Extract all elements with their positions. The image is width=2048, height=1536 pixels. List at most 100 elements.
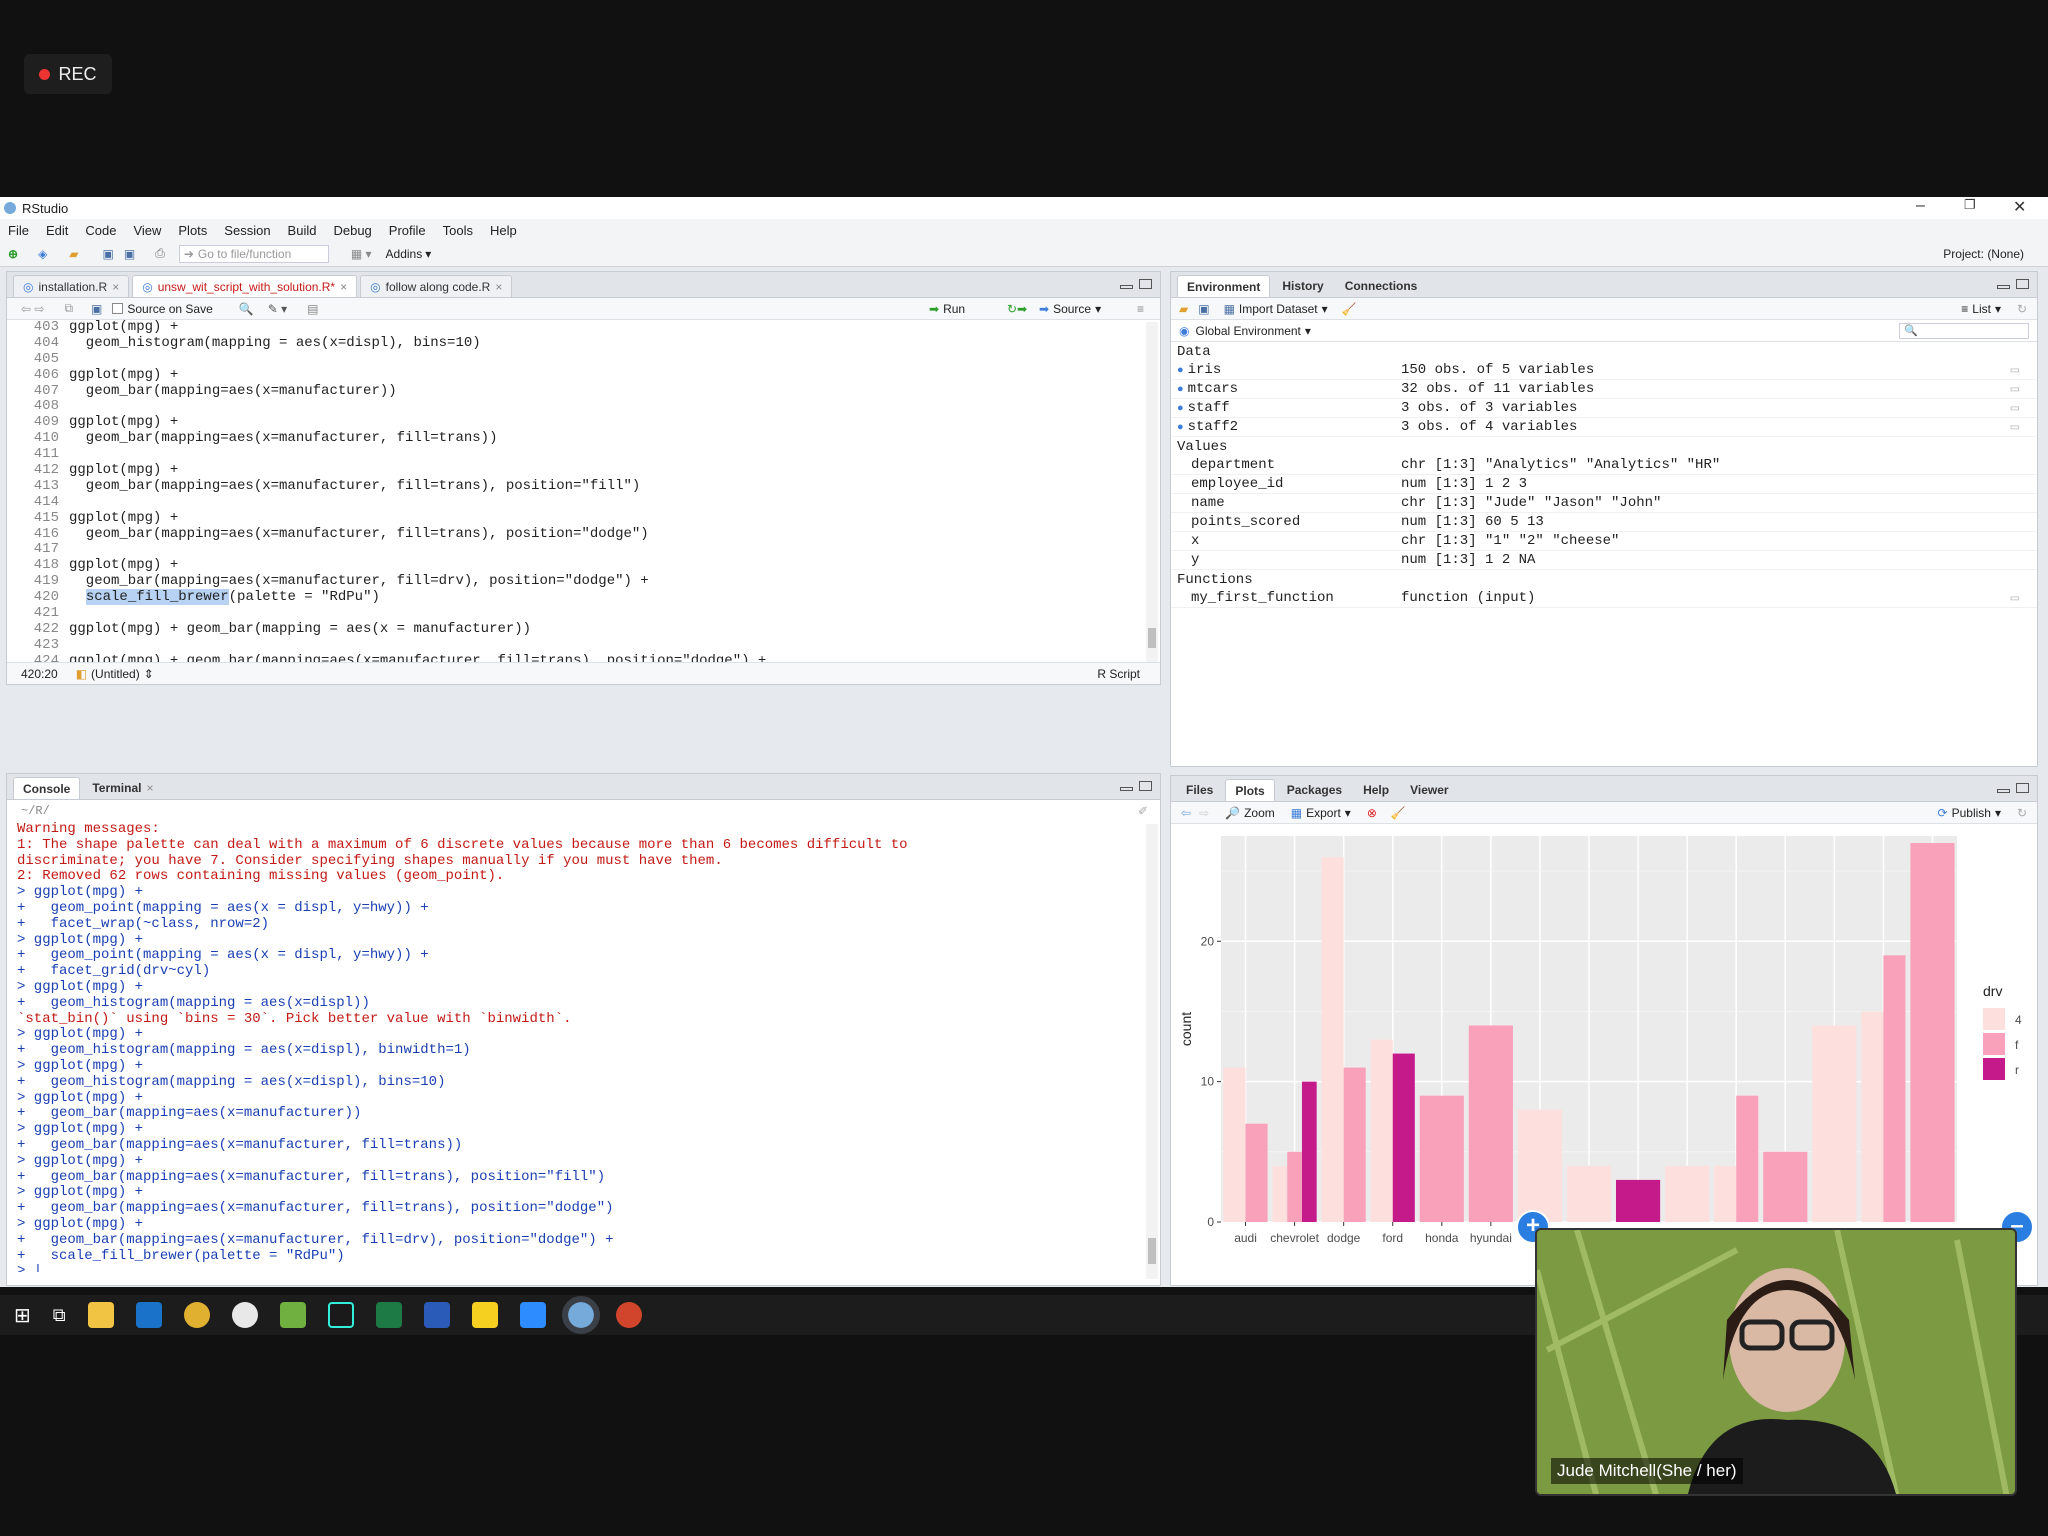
pane-window-controls[interactable]: [1120, 781, 1152, 791]
pycharm-icon[interactable]: [327, 1302, 354, 1328]
outlook-icon[interactable]: [135, 1302, 162, 1328]
show-in-window-icon[interactable]: ⧉: [64, 301, 73, 316]
go-to-file-input[interactable]: ➔ Go to file/function: [178, 244, 329, 263]
tab-files[interactable]: Files: [1177, 779, 1222, 801]
menu-item-plots[interactable]: Plots: [178, 223, 207, 238]
console-scrollbar[interactable]: [1146, 824, 1158, 1279]
environment-search-input[interactable]: 🔍: [1899, 322, 2029, 339]
menu-item-build[interactable]: Build: [288, 223, 317, 238]
value-row[interactable]: name chr [1:3] "Jude" "Jason" "John": [1171, 494, 2037, 513]
value-row[interactable]: points_scored num [1:3] 60 5 13: [1171, 513, 2037, 532]
notepad-icon[interactable]: [279, 1302, 306, 1328]
editor-tab[interactable]: ◎ installation.R ×: [13, 275, 130, 297]
previous-plot-icon[interactable]: ⇦: [1181, 806, 1191, 820]
menu-item-profile[interactable]: Profile: [389, 223, 426, 238]
refresh-icon[interactable]: ↻: [2017, 806, 2027, 820]
close-tab-icon[interactable]: ×: [112, 280, 119, 294]
view-data-icon[interactable]: ▭: [2011, 362, 2019, 379]
editor-tab[interactable]: ◎ follow along code.R ×: [360, 275, 513, 297]
new-file-icon[interactable]: ⊕: [8, 247, 18, 261]
restore-icon[interactable]: ❐: [1964, 197, 1976, 213]
wand-icon[interactable]: ✎ ▾: [268, 302, 287, 316]
expand-icon[interactable]: ●: [1177, 422, 1184, 434]
zoom-app-icon[interactable]: [519, 1302, 546, 1328]
menu-item-file[interactable]: File: [8, 223, 29, 238]
rstudio-taskbar-icon[interactable]: [561, 1296, 600, 1334]
source-on-save-checkbox[interactable]: [112, 303, 124, 314]
menu-item-edit[interactable]: Edit: [46, 223, 68, 238]
maximize-pane-icon[interactable]: [2016, 279, 2029, 289]
close-tab-icon[interactable]: ×: [146, 781, 153, 795]
save-workspace-icon[interactable]: ▣: [1198, 302, 1209, 316]
menu-item-view[interactable]: View: [133, 223, 161, 238]
value-row[interactable]: y num [1:3] 1 2 NA: [1171, 551, 2037, 570]
data-row[interactable]: ● iris 150 obs. of 5 variables ▭: [1171, 361, 2037, 380]
tab-history[interactable]: History: [1273, 275, 1332, 297]
expand-icon[interactable]: ●: [1177, 365, 1184, 377]
task-view-icon[interactable]: ⧉: [53, 1305, 66, 1326]
rerun-icon[interactable]: ↻➡: [1007, 302, 1027, 316]
view-data-icon[interactable]: ▭: [2011, 419, 2019, 436]
next-plot-icon[interactable]: ⇨: [1199, 806, 1209, 820]
tab-connections[interactable]: Connections: [1336, 275, 1427, 297]
slack-icon[interactable]: [231, 1302, 258, 1328]
value-row[interactable]: department chr [1:3] "Analytics" "Analyti…: [1171, 456, 2037, 475]
file-type-selector[interactable]: R Script: [1097, 667, 1140, 681]
windows-start-icon[interactable]: ⊞: [14, 1303, 31, 1328]
outline-menu-icon[interactable]: ≡: [1137, 302, 1144, 316]
close-icon[interactable]: ✕: [2013, 197, 2026, 217]
maximize-pane-icon[interactable]: [1139, 781, 1152, 791]
publish-button[interactable]: ⟳ Publish ▾: [1938, 806, 2001, 820]
minimize-pane-icon[interactable]: [1997, 285, 2010, 289]
pane-window-controls[interactable]: [1997, 279, 2029, 289]
editor-scrollbar[interactable]: [1146, 322, 1158, 664]
data-row[interactable]: ● mtcars 32 obs. of 11 variables ▭: [1171, 380, 2037, 399]
excel-icon[interactable]: [375, 1302, 402, 1328]
open-file-icon[interactable]: ▰: [69, 247, 78, 261]
remove-plot-icon[interactable]: ⊗: [1367, 806, 1377, 820]
scope-selector[interactable]: (Untitled): [91, 667, 140, 681]
console-tab-terminal[interactable]: Terminal ×: [83, 777, 162, 799]
console-output[interactable]: Warning messages: 1: The shape palette ca…: [7, 822, 1160, 1272]
close-tab-icon[interactable]: ×: [495, 280, 502, 294]
tab-environment[interactable]: Environment: [1177, 275, 1271, 297]
save-all-icon[interactable]: ▣: [124, 247, 135, 261]
scrollbar-thumb[interactable]: [1148, 628, 1156, 648]
refresh-icon[interactable]: ↻: [2017, 302, 2027, 316]
menu-item-tools[interactable]: Tools: [443, 223, 473, 238]
tab-packages[interactable]: Packages: [1278, 779, 1351, 801]
minimize-pane-icon[interactable]: [1120, 787, 1133, 791]
tab-plots[interactable]: Plots: [1225, 779, 1275, 801]
sticky-notes-icon[interactable]: [471, 1302, 498, 1328]
broom-icon[interactable]: 🧹: [1342, 302, 1357, 316]
minimize-pane-icon[interactable]: [1120, 285, 1133, 289]
minimize-icon[interactable]: –: [1916, 197, 1925, 215]
menu-item-debug[interactable]: Debug: [333, 223, 371, 238]
project-menu[interactable]: Project: (None): [1943, 247, 2024, 261]
save-icon[interactable]: ▣: [103, 247, 114, 261]
editor-tab[interactable]: ◎ unsw_wit_script_with_solution.R* ×: [132, 275, 358, 297]
word-icon[interactable]: [423, 1302, 450, 1328]
source-button[interactable]: ➡ Source ▾: [1039, 302, 1101, 316]
tab-help[interactable]: Help: [1354, 779, 1398, 801]
view-data-icon[interactable]: ▭: [2011, 590, 2019, 607]
tab-viewer[interactable]: Viewer: [1401, 779, 1457, 801]
chrome-icon[interactable]: [183, 1302, 210, 1328]
value-row[interactable]: x chr [1:3] "1" "2" "cheese": [1171, 532, 2037, 551]
open-project-icon[interactable]: ◈: [38, 247, 47, 261]
export-button[interactable]: ▦ Export ▾: [1291, 806, 1351, 820]
load-workspace-icon[interactable]: ▰: [1179, 302, 1188, 316]
pane-window-controls[interactable]: [1997, 783, 2029, 793]
save-icon[interactable]: ▣: [91, 302, 102, 316]
import-dataset-button[interactable]: ▦ Import Dataset ▾: [1224, 302, 1328, 316]
grid-icon[interactable]: ▦ ▾: [351, 247, 372, 261]
minimize-pane-icon[interactable]: [1997, 789, 2010, 793]
global-environment-select[interactable]: Global Environment: [1195, 324, 1300, 338]
clear-console-icon[interactable]: ✐: [1138, 804, 1148, 818]
close-tab-icon[interactable]: ×: [340, 280, 347, 294]
back-icon[interactable]: ⇦ ⇨: [21, 302, 44, 316]
view-mode-menu[interactable]: ≡ List ▾: [1961, 302, 2001, 316]
print-icon[interactable]: ⎙: [155, 246, 165, 261]
menu-item-code[interactable]: Code: [85, 223, 116, 238]
scrollbar-thumb[interactable]: [1148, 1238, 1156, 1264]
